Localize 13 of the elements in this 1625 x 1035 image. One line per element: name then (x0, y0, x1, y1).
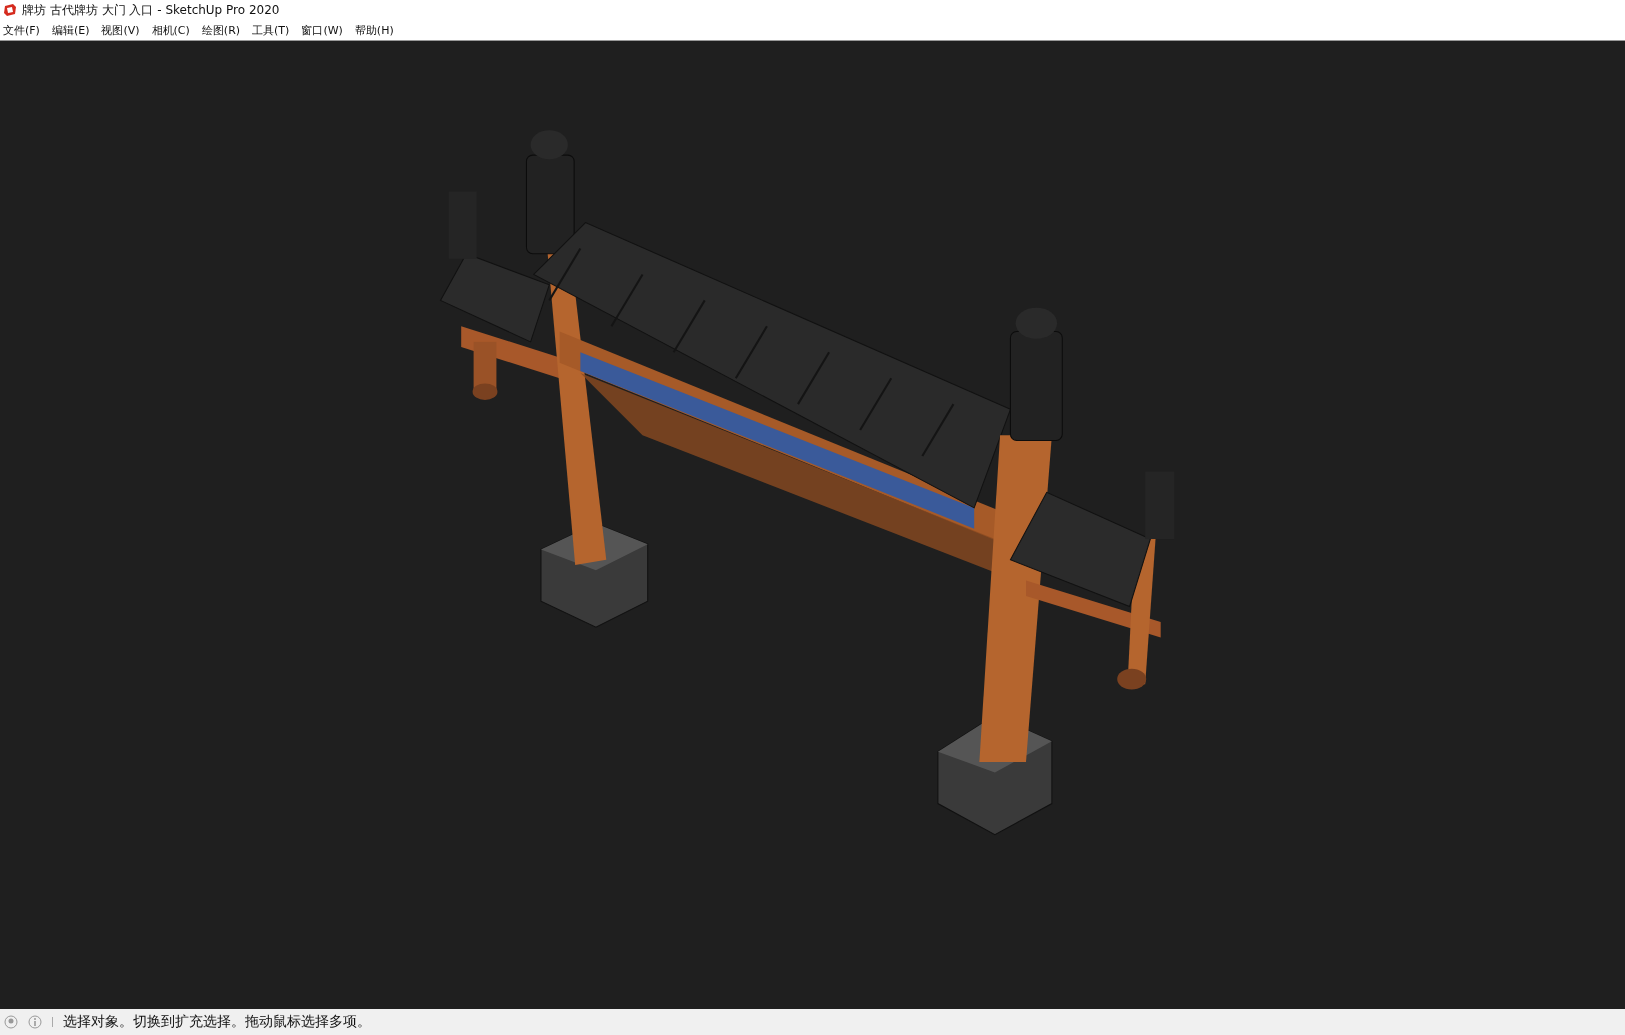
menu-item[interactable]: 视图(V) (101, 22, 140, 38)
menu-item[interactable]: 绘图(R) (201, 22, 241, 38)
menu-item[interactable]: 帮助(H) (354, 22, 394, 38)
window-title: 牌坊 古代牌坊 大门 入口 - SketchUp Pro 2020 (22, 1, 280, 19)
info-icon[interactable] (28, 1015, 42, 1029)
3d-viewport[interactable] (0, 41, 1625, 1009)
menu-item[interactable]: 工具(T) (252, 22, 290, 38)
menu-item[interactable]: 编辑(E) (51, 22, 90, 38)
status-message: 选择对象。切换到扩充选择。拖动鼠标选择多项。 (63, 1013, 371, 1031)
app-logo-icon (3, 3, 17, 17)
menu-item[interactable]: 相机(C) (151, 22, 190, 38)
menu-item[interactable]: 窗口(W) (301, 22, 343, 38)
menu-item[interactable]: 文件(F) (3, 22, 40, 38)
